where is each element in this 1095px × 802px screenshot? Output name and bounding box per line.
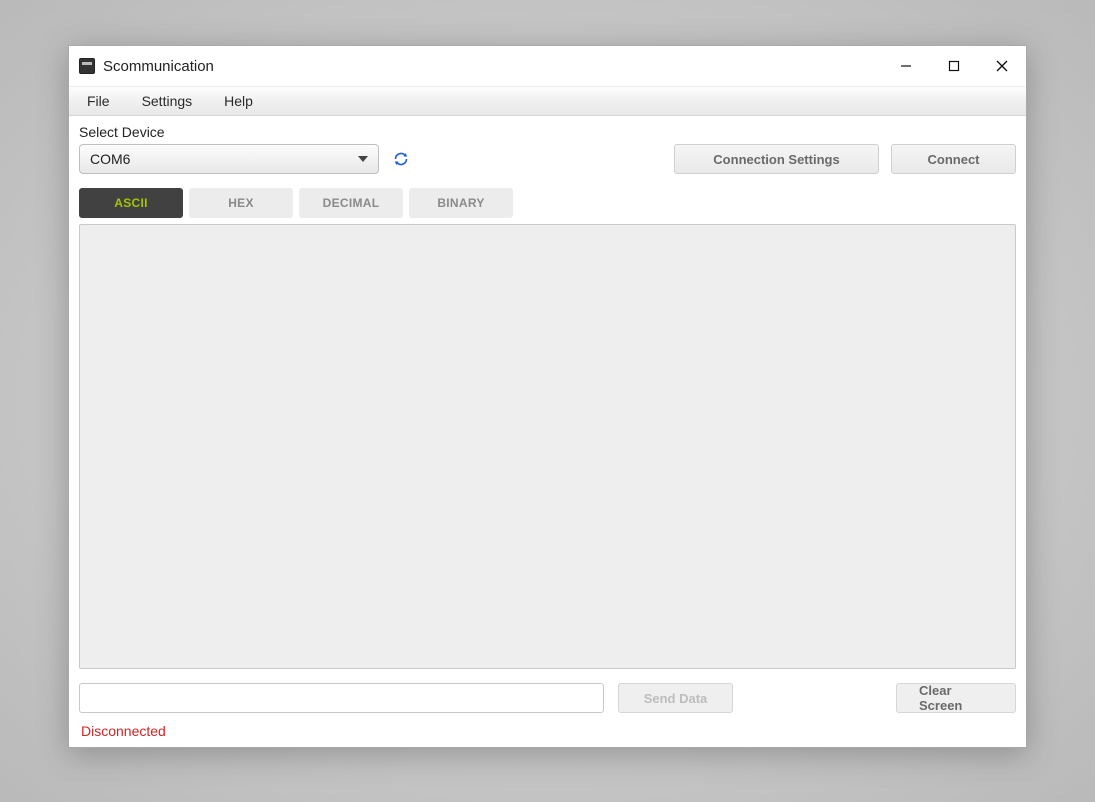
chevron-down-icon (358, 156, 368, 162)
device-select-label: Select Device (79, 124, 1016, 140)
minimize-button[interactable] (882, 46, 930, 86)
app-window: Scommunication File Settings Help Select… (68, 45, 1027, 748)
window-controls (882, 46, 1026, 86)
log-output[interactable] (79, 224, 1016, 669)
menu-file[interactable]: File (81, 91, 116, 111)
tab-hex[interactable]: HEX (189, 188, 293, 218)
minimize-icon (900, 60, 912, 72)
maximize-button[interactable] (930, 46, 978, 86)
menu-settings[interactable]: Settings (136, 91, 199, 111)
connection-settings-button[interactable]: Connection Settings (674, 144, 879, 174)
status-text: Disconnected (79, 723, 1016, 739)
tab-binary[interactable]: BINARY (409, 188, 513, 218)
tab-decimal[interactable]: DECIMAL (299, 188, 403, 218)
tab-ascii[interactable]: ASCII (79, 188, 183, 218)
clear-screen-button[interactable]: Clear Screen (896, 683, 1016, 713)
refresh-icon (392, 150, 410, 168)
view-tabs: ASCII HEX DECIMAL BINARY (79, 188, 1016, 218)
app-icon (79, 58, 95, 74)
maximize-icon (948, 60, 960, 72)
close-button[interactable] (978, 46, 1026, 86)
send-input[interactable] (79, 683, 604, 713)
close-icon (996, 60, 1008, 72)
content-area: Select Device COM6 Connection Settings C… (69, 116, 1026, 747)
send-data-button[interactable]: Send Data (618, 683, 733, 713)
window-title: Scommunication (103, 58, 214, 75)
title-bar: Scommunication (69, 46, 1026, 86)
device-select-value: COM6 (90, 151, 130, 167)
menu-bar: File Settings Help (69, 86, 1026, 116)
bottom-row: Send Data Clear Screen (79, 683, 1016, 713)
menu-help[interactable]: Help (218, 91, 259, 111)
device-select[interactable]: COM6 (79, 144, 379, 174)
refresh-button[interactable] (391, 149, 411, 169)
top-row: COM6 Connection Settings Connect (79, 144, 1016, 174)
connect-button[interactable]: Connect (891, 144, 1016, 174)
